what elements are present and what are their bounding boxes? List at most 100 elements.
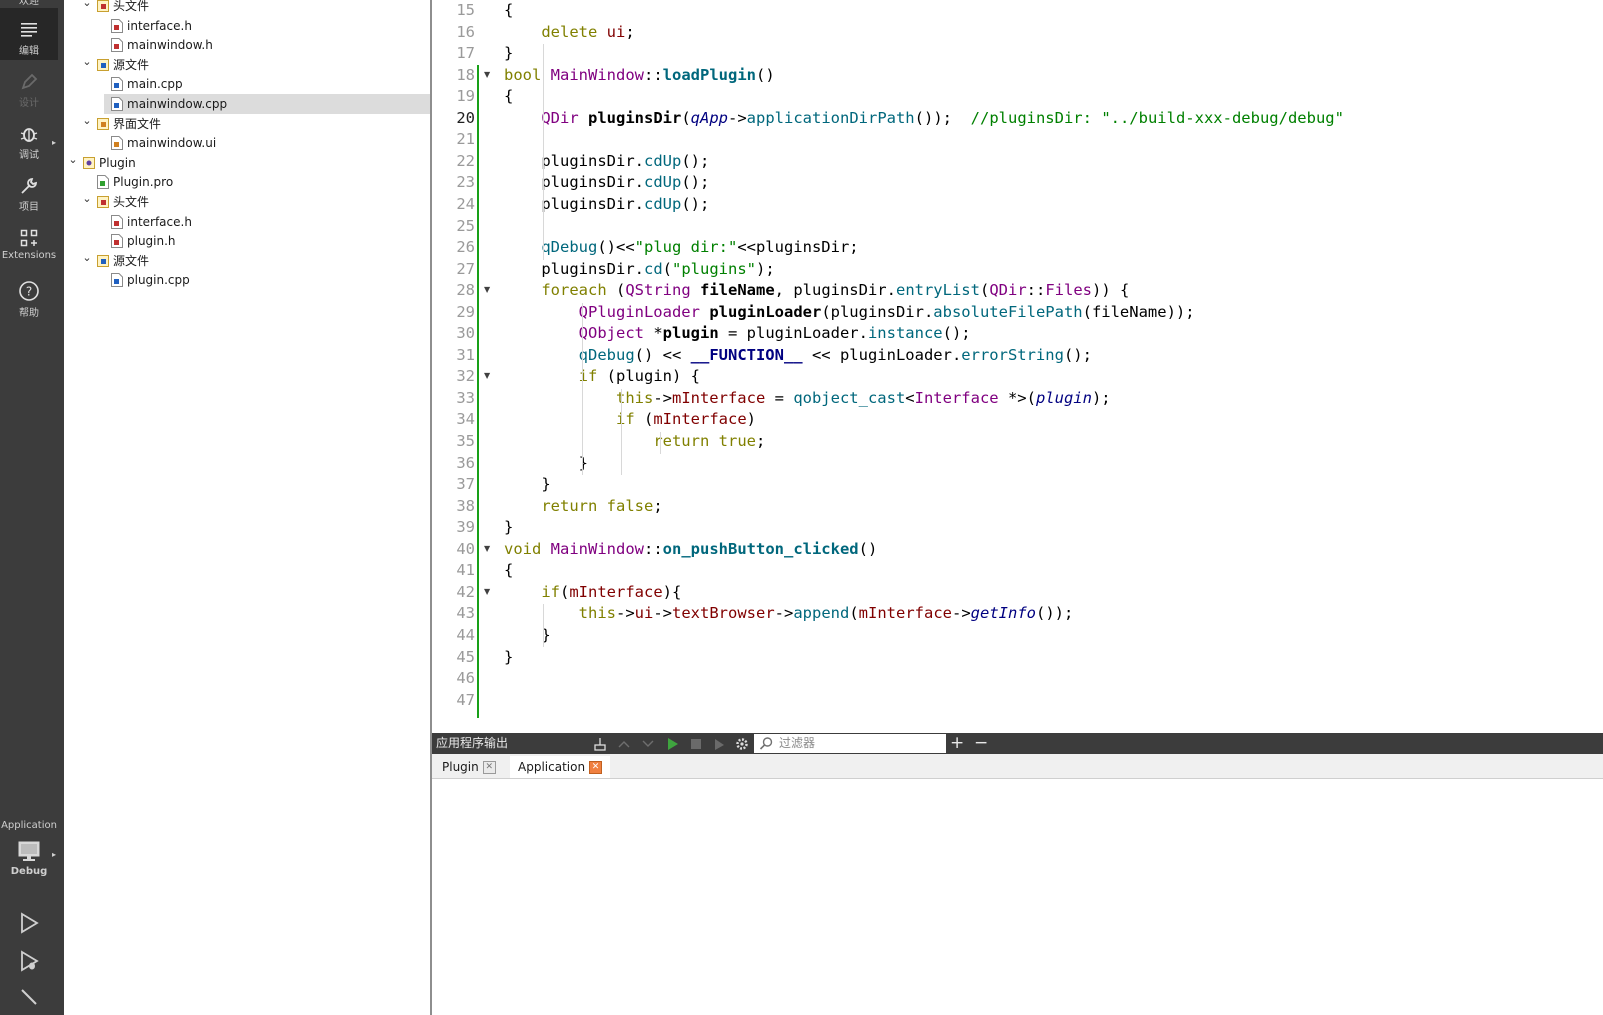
tree-item[interactable]: mainwindow.ui — [64, 133, 430, 153]
tree-item[interactable]: ⌄ 头文件 — [64, 192, 430, 212]
line-number: 25 — [456, 216, 475, 235]
fold-marker-icon[interactable]: ▼ — [484, 285, 490, 294]
chevron-down-icon[interactable]: ⌄ — [81, 111, 93, 131]
debug-run-icon[interactable] — [14, 946, 44, 976]
debug-expand-arrow-icon: ▸ — [51, 138, 56, 147]
tree-item[interactable]: ⌄ 源文件 — [64, 251, 430, 271]
line-number: 29 — [456, 302, 475, 321]
mode-welcome[interactable]: 欢迎 — [0, 0, 58, 7]
code-line[interactable]: } — [504, 454, 588, 472]
code-line[interactable]: qDebug()<<"plug dir:"<<pluginsDir; — [504, 238, 858, 256]
tree-item[interactable]: plugin.h — [64, 231, 430, 251]
previous-item-icon[interactable] — [616, 736, 632, 752]
output-tab-application[interactable]: Application ✕ — [510, 756, 611, 778]
kit-selector[interactable]: Debug ▸ — [0, 840, 58, 886]
code-line[interactable]: bool MainWindow::loadPlugin() — [504, 66, 775, 84]
tree-item[interactable]: mainwindow.h — [64, 35, 430, 55]
rerun-icon[interactable] — [664, 736, 680, 752]
tree-item-label: interface.h — [127, 18, 192, 33]
application-output-text[interactable] — [432, 779, 1603, 1015]
chevron-down-icon[interactable]: ⌄ — [81, 248, 93, 268]
kit-build-label: Debug — [10, 866, 48, 877]
mode-debug[interactable]: 调试 ▸ — [0, 124, 58, 164]
mode-edit[interactable]: 编辑 — [0, 8, 58, 60]
code-line[interactable]: pluginsDir.cdUp(); — [504, 195, 709, 213]
code-line[interactable]: return true; — [504, 432, 765, 450]
code-line[interactable]: { — [504, 561, 513, 579]
code-line[interactable]: pluginsDir.cd("plugins"); — [504, 260, 774, 278]
build-hammer-icon[interactable] — [14, 984, 44, 1014]
code-line[interactable]: if(mInterface){ — [504, 583, 681, 601]
tree-item[interactable]: ⌄ 源文件 — [64, 55, 430, 75]
code-line[interactable]: QObject *plugin = pluginLoader.instance(… — [504, 324, 971, 342]
tree-item-label: 头文件 — [113, 0, 150, 13]
code-line[interactable]: this->mInterface = qobject_cast<Interfac… — [504, 389, 1111, 407]
code-line[interactable]: return false; — [504, 497, 662, 515]
code-line[interactable]: delete ui; — [504, 23, 634, 41]
mode-help[interactable]: ? 帮助 — [0, 280, 58, 320]
code-line[interactable]: QDir pluginsDir(qApp->applicationDirPath… — [504, 109, 1344, 127]
settings-gear-icon[interactable] — [734, 736, 750, 752]
code-line[interactable]: void MainWindow::on_pushButton_clicked() — [504, 540, 877, 558]
zoom-out-button[interactable]: − — [974, 733, 988, 754]
header-file-icon — [111, 18, 123, 33]
tree-item[interactable]: ⌄ Plugin — [64, 153, 430, 173]
mode-welcome-label: 欢迎 — [19, 0, 39, 7]
output-pane-title[interactable]: 应用程序输出 — [436, 733, 508, 754]
tree-item[interactable]: plugin.cpp — [64, 270, 430, 290]
tree-item[interactable]: main.cpp — [64, 74, 430, 94]
code-line[interactable]: if (mInterface) — [504, 410, 756, 428]
code-editor[interactable]: 15 16 17 18 ▼ 19 20 21 22 23 24 25 26 27 28 ▼ 29 30 31 32 ▼ 3… — [432, 0, 1603, 733]
line-number: 15 — [456, 1, 475, 19]
code-line[interactable]: } — [504, 648, 513, 666]
tree-item[interactable]: interface.h — [64, 212, 430, 232]
next-item-icon[interactable] — [640, 736, 656, 752]
add-output-button[interactable]: + — [950, 733, 964, 754]
line-number: 32 — [456, 367, 475, 386]
run-icon[interactable] — [14, 908, 44, 938]
stop-icon[interactable] — [688, 736, 704, 752]
fold-marker-icon[interactable]: ▼ — [484, 371, 490, 380]
fold-marker-icon[interactable]: ▼ — [484, 70, 490, 79]
code-line[interactable]: QPluginLoader pluginLoader(pluginsDir.ab… — [504, 303, 1195, 321]
fold-marker-icon[interactable]: ▼ — [484, 544, 490, 553]
mode-extensions[interactable]: Extensions — [0, 228, 58, 268]
tree-item[interactable]: interface.h — [64, 16, 430, 36]
code-line[interactable]: pluginsDir.cdUp(); — [504, 152, 709, 170]
header-file-icon — [111, 38, 123, 53]
code-line[interactable]: if (plugin) { — [504, 367, 700, 385]
code-line[interactable]: qDebug() << __FUNCTION__ << pluginLoader… — [504, 346, 1092, 364]
mode-design[interactable]: 设计 — [0, 72, 58, 112]
tree-item[interactable]: Plugin.pro — [64, 172, 430, 192]
code-line[interactable]: foreach (QString fileName, pluginsDir.en… — [504, 281, 1129, 299]
code-line[interactable]: { — [504, 87, 513, 105]
chevron-down-icon[interactable]: ⌄ — [67, 150, 79, 170]
code-line[interactable]: } — [504, 44, 513, 62]
code-line[interactable]: this->ui->textBrowser->append(mInterface… — [504, 604, 1074, 622]
chevron-down-icon[interactable]: ⌄ — [81, 189, 93, 209]
line-number: 19 — [456, 87, 475, 106]
chevron-down-icon[interactable]: ⌄ — [81, 52, 93, 72]
line-number: 20 — [456, 108, 475, 127]
line-number: 26 — [456, 238, 475, 257]
tree-item-label: mainwindow.h — [127, 38, 213, 53]
mode-projects[interactable]: 项目 — [0, 176, 58, 216]
mode-extensions-label: Extensions — [1, 250, 57, 261]
close-icon[interactable]: ✕ — [482, 761, 496, 774]
tree-item-label: mainwindow.ui — [127, 136, 217, 151]
close-icon[interactable]: ✕ — [589, 761, 603, 774]
code-line[interactable]: } — [504, 475, 550, 493]
output-filter-input[interactable]: 过滤器 — [754, 734, 946, 753]
clear-output-icon[interactable] — [592, 736, 608, 752]
chevron-down-icon[interactable]: ⌄ — [81, 0, 93, 13]
tree-item[interactable]: mainwindow.cpp — [104, 94, 430, 114]
source-folder-icon — [97, 254, 109, 267]
code-line[interactable]: } — [504, 518, 513, 536]
fold-marker-icon[interactable]: ▼ — [484, 587, 490, 596]
attach-debugger-icon[interactable] — [712, 736, 728, 752]
output-tab-plugin[interactable]: Plugin ✕ — [438, 756, 500, 778]
tree-item[interactable]: ⌄ 界面文件 — [64, 114, 430, 134]
tree-item[interactable]: ⌄ 头文件 — [64, 0, 430, 16]
code-line[interactable]: { — [504, 1, 513, 19]
code-line[interactable]: pluginsDir.cdUp(); — [504, 173, 709, 191]
